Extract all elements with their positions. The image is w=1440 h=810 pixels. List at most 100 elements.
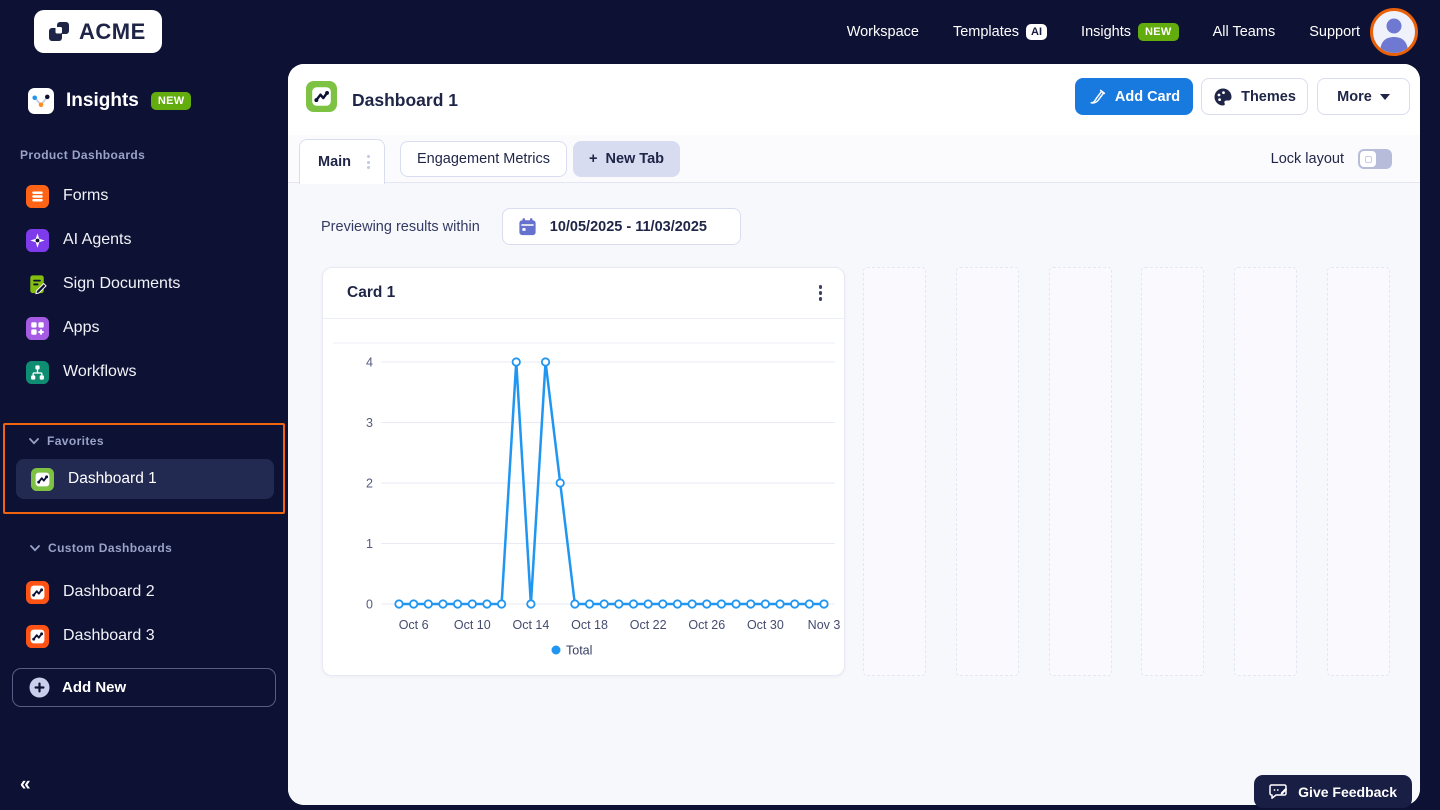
lock-layout-toggle[interactable] — [1358, 149, 1392, 169]
tab-engagement-metrics[interactable]: Engagement Metrics — [400, 141, 567, 177]
topnav-item-label: Insights — [1081, 24, 1132, 40]
dashboard-icon — [31, 467, 54, 491]
themes-label: Themes — [1241, 88, 1296, 105]
palette-icon — [1213, 87, 1233, 107]
ai-badge: AI — [1026, 24, 1048, 40]
topnav-item-all-teams[interactable]: All Teams — [1213, 24, 1276, 40]
brand-name: ACME — [79, 18, 146, 44]
sidebar-item-apps[interactable]: Apps — [0, 306, 288, 350]
topnav-item-label: Workspace — [846, 24, 919, 40]
forms-icon — [26, 184, 49, 208]
svg-text:Oct 22: Oct 22 — [630, 618, 667, 632]
svg-text:Oct 14: Oct 14 — [512, 618, 549, 632]
svg-text:Nov 3: Nov 3 — [808, 618, 841, 632]
add-new-button[interactable]: Add New — [12, 668, 276, 707]
collapse-sidebar-button[interactable]: « — [20, 774, 31, 796]
new-badge: NEW — [1138, 23, 1179, 41]
svg-text:Oct 10: Oct 10 — [454, 618, 491, 632]
user-avatar[interactable] — [1370, 8, 1418, 56]
svg-text:Total: Total — [566, 644, 592, 658]
topnav-item-label: Support — [1309, 24, 1360, 40]
card-menu-kebab-icon[interactable] — [818, 285, 822, 301]
card-1: Card 1 0 1 2 3 4 Oct 6 Oct 10 Oct 14 Oct 18 Oct 2… — [322, 267, 845, 676]
acme-logo[interactable]: ACME — [34, 10, 162, 53]
sidebar-item-forms[interactable]: Forms — [0, 174, 288, 218]
sidebar-item-label: Dashboard 2 — [63, 583, 155, 600]
sign-documents-icon — [26, 273, 49, 296]
more-button[interactable]: More — [1317, 78, 1410, 115]
add-card-button[interactable]: Add Card — [1075, 78, 1193, 115]
svg-text:Oct 18: Oct 18 — [571, 618, 608, 632]
plus-circle-icon — [29, 677, 50, 698]
give-feedback-label: Give Feedback — [1298, 783, 1397, 800]
svg-text:0: 0 — [366, 598, 373, 612]
favorites-highlight-box: Favorites Dashboard 1 — [3, 423, 285, 514]
sidebar-item-dashboard-3[interactable]: Dashboard 3 — [0, 614, 288, 658]
svg-text:Oct 26: Oct 26 — [688, 618, 725, 632]
empty-grid-column — [955, 267, 1019, 676]
sidebar-app-title: Insights — [66, 90, 139, 111]
tab-main[interactable]: Main — [299, 139, 386, 184]
caret-down-icon — [1379, 93, 1390, 100]
grid-placeholders — [863, 267, 1390, 676]
calendar-icon — [517, 216, 538, 237]
sidebar-item-sign-documents[interactable]: Sign Documents — [0, 262, 288, 306]
acme-logo-icon — [46, 19, 72, 45]
sidebar-item-label: Dashboard 1 — [68, 470, 157, 487]
svg-text:1: 1 — [366, 537, 373, 551]
new-tab-button[interactable]: + New Tab — [573, 141, 681, 177]
line-chart: 0 1 2 3 4 Oct 6 Oct 10 Oct 14 Oct 18 Oct 22 Oct 26… — [323, 319, 844, 675]
card-title: Card 1 — [347, 284, 396, 301]
add-new-label: Add New — [62, 679, 127, 696]
custom-dashboards-section-header[interactable]: Custom Dashboards — [30, 541, 172, 555]
date-range-value: 10/05/2025 - 11/03/2025 — [549, 218, 707, 235]
svg-text:Oct 6: Oct 6 — [399, 618, 429, 632]
sidebar-item-label: Dashboard 3 — [63, 627, 155, 644]
svg-text:4: 4 — [366, 356, 373, 370]
pen-icon — [1088, 87, 1107, 106]
main-panel: Dashboard 1 Add Card Themes More Main En… — [288, 64, 1420, 805]
plus-icon: + — [589, 151, 598, 167]
top-bar: ACME Workspace Templates AI Insights NEW All … — [0, 0, 1440, 64]
give-feedback-button[interactable]: Give Feedback — [1254, 775, 1412, 808]
custom-dashboards-list: Dashboard 2 Dashboard 3 — [0, 570, 288, 658]
svg-text:2: 2 — [366, 477, 373, 491]
topnav-item-support[interactable]: Support — [1309, 24, 1360, 40]
topnav-item-label: Templates — [952, 24, 1020, 40]
sidebar-item-label: Apps — [63, 319, 100, 336]
topnav-item-workspace[interactable]: Workspace — [847, 24, 919, 40]
themes-button[interactable]: Themes — [1201, 78, 1308, 115]
tab-strip: Main Engagement Metrics + New Tab Lock l… — [288, 135, 1420, 184]
preview-range-label: Previewing results within — [321, 218, 480, 235]
sidebar-item-label: AI Agents — [63, 231, 132, 248]
dashboard-icon — [26, 624, 49, 648]
person-icon — [1380, 18, 1408, 53]
empty-grid-column — [1234, 267, 1298, 676]
top-navigation: Workspace Templates AI Insights NEW All Teams… — [847, 0, 1360, 64]
favorites-section-header[interactable]: Favorites — [29, 434, 104, 448]
sidebar-item-dashboard-1[interactable]: Dashboard 1 — [16, 459, 274, 499]
ai-agents-icon — [26, 228, 49, 252]
svg-text:3: 3 — [366, 416, 373, 430]
feedback-chat-icon — [1269, 783, 1289, 801]
insights-icon — [28, 88, 54, 114]
chevron-down-icon — [30, 544, 40, 552]
apps-icon — [26, 316, 49, 340]
sidebar-item-label: Forms — [63, 187, 109, 204]
sidebar-item-ai-agents[interactable]: AI Agents — [0, 218, 288, 262]
tab-options-kebab-icon[interactable] — [367, 155, 371, 169]
product-dashboards-list: Forms AI Agents Sign Documents Apps Work… — [0, 174, 288, 394]
workflows-icon — [26, 360, 49, 384]
chevron-down-icon — [29, 437, 39, 445]
sidebar-new-badge: NEW — [150, 92, 192, 110]
dashboard-icon — [26, 580, 49, 604]
sidebar-item-workflows[interactable]: Workflows — [0, 350, 288, 394]
more-label: More — [1337, 88, 1372, 105]
lock-layout-label: Lock layout — [1270, 151, 1344, 167]
topnav-item-insights[interactable]: Insights NEW — [1081, 23, 1179, 41]
topnav-item-templates[interactable]: Templates AI — [952, 24, 1048, 40]
sidebar-item-label: Workflows — [63, 363, 137, 380]
empty-grid-column — [1141, 267, 1205, 676]
date-range-picker[interactable]: 10/05/2025 - 11/03/2025 — [501, 208, 741, 245]
sidebar-item-dashboard-2[interactable]: Dashboard 2 — [0, 570, 288, 614]
